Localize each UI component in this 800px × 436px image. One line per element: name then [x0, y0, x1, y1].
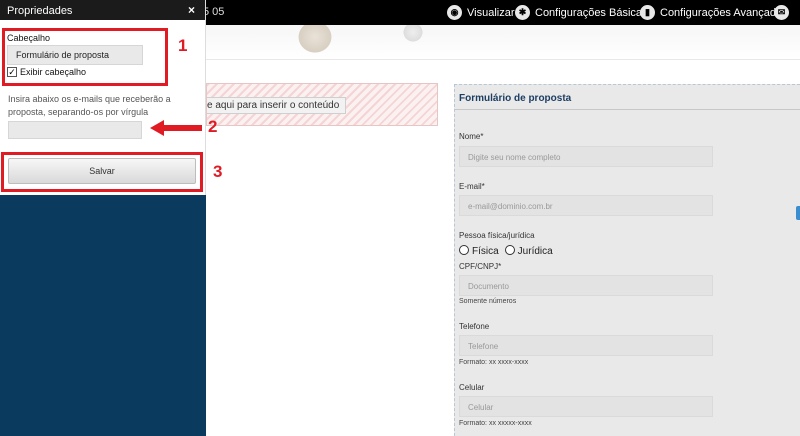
- scroll-handle[interactable]: [796, 206, 800, 220]
- insert-content-button[interactable]: e aqui para inserir o conteúdo: [207, 97, 347, 114]
- radio-juridica-label: Jurídica: [517, 246, 553, 257]
- document-icon: ▮: [640, 5, 655, 20]
- radio-fisica[interactable]: Física: [459, 245, 499, 257]
- panel-header: Propriedades ×: [0, 0, 205, 20]
- form-title: Formulário de proposta: [459, 93, 572, 104]
- config-avancadas-button[interactable]: ▮ Configurações Avançadas: [640, 4, 788, 21]
- panel-title: Propriedades: [7, 5, 73, 17]
- banner-image-2: [402, 25, 424, 43]
- radio-fisica-label: Física: [472, 246, 499, 257]
- banner-image: [296, 25, 334, 55]
- breadcrumb: 5 05: [203, 6, 225, 18]
- cell-label: Celular: [459, 383, 485, 392]
- phone-hint: Formato: xx xxxx-xxxx: [459, 359, 529, 366]
- document-input[interactable]: Documento: [459, 275, 713, 296]
- cell-hint: Formato: xx xxxxx-xxxx: [459, 420, 532, 427]
- radio-fisica-circle[interactable]: [459, 245, 469, 255]
- mail-icon: ✉: [774, 5, 789, 20]
- config-avancadas-label: Configurações Avançadas: [660, 6, 788, 19]
- email-input[interactable]: e-mail@dominio.com.br: [459, 195, 713, 216]
- form-divider: [455, 109, 800, 110]
- annotation-number-2: 2: [208, 117, 218, 136]
- person-type-radios: Física Jurídica: [459, 245, 553, 257]
- close-icon[interactable]: ×: [188, 3, 195, 17]
- emails-input[interactable]: [8, 121, 142, 139]
- config-basicas-button[interactable]: ✱ Configurações Básicas: [515, 4, 648, 21]
- content-placeholder[interactable]: e aqui para inserir o conteúdo: [206, 83, 438, 126]
- annotation-box-1: [2, 28, 168, 86]
- annotation-number-1: 1: [178, 36, 188, 55]
- document-label: CPF/CNPJ*: [459, 262, 502, 271]
- annotation-number-3: 3: [213, 162, 223, 181]
- annotation-arrow-icon: [150, 120, 202, 136]
- proposal-form: Formulário de proposta Nome* Digite seu …: [454, 84, 800, 436]
- gear-icon: ✱: [515, 5, 530, 20]
- name-input[interactable]: Digite seu nome completo: [459, 146, 713, 167]
- messages-button[interactable]: ✉: [774, 4, 789, 21]
- radio-juridica[interactable]: Jurídica: [504, 245, 553, 257]
- name-label: Nome*: [459, 132, 484, 141]
- email-label: E-mail*: [459, 182, 485, 191]
- phone-label: Telefone: [459, 322, 490, 331]
- visualizar-button[interactable]: ◉ Visualizar: [447, 4, 515, 21]
- emails-label: Insira abaixo os e-mails que receberão a…: [8, 94, 171, 117]
- site-banner: [206, 25, 800, 60]
- sidebar-background: [0, 195, 206, 436]
- preview-icon: ◉: [447, 5, 462, 20]
- radio-juridica-circle[interactable]: [504, 245, 515, 255]
- person-type-label: Pessoa física/jurídica: [459, 231, 535, 240]
- document-hint: Somente números: [459, 298, 517, 305]
- visualizar-label: Visualizar: [467, 6, 515, 19]
- config-basicas-label: Configurações Básicas: [535, 6, 648, 19]
- cell-input[interactable]: Celular: [459, 396, 713, 417]
- annotation-box-3: [1, 152, 203, 192]
- phone-input[interactable]: Telefone: [459, 335, 713, 356]
